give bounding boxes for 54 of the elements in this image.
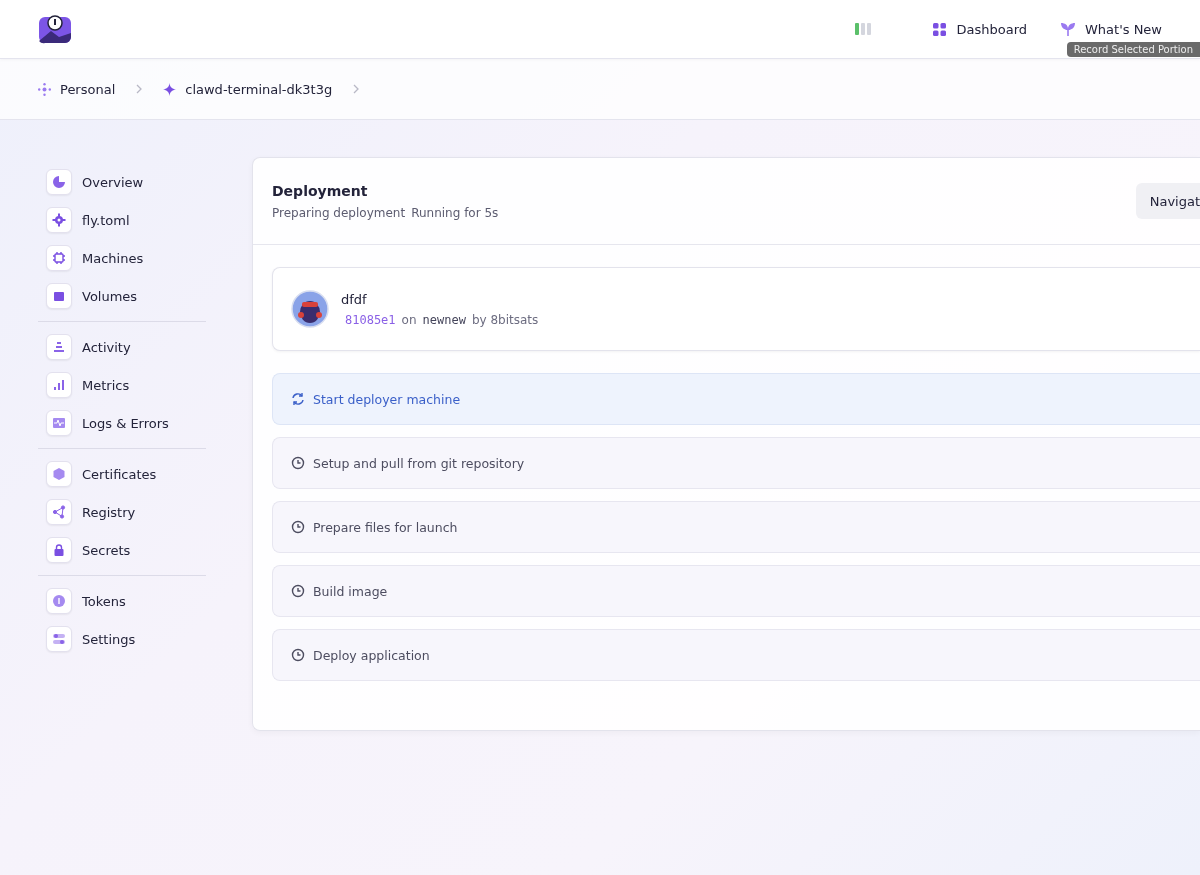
sidebar-item[interactable]: Volumes <box>38 277 206 315</box>
elapsed-text: Running for 5s <box>411 205 499 220</box>
pulse-icon <box>46 410 72 436</box>
sidebar-item[interactable]: Metrics <box>38 366 206 404</box>
bar-chart-icon <box>46 372 72 398</box>
clock-icon <box>291 584 305 598</box>
sidebar-item[interactable]: Settings <box>38 620 206 658</box>
sidebar-item[interactable]: Secrets <box>38 531 206 569</box>
deploy-step: Deploy application <box>272 629 1200 681</box>
pie-chart-icon <box>46 169 72 195</box>
author-text: by 8bitsats <box>471 312 539 327</box>
toggle-icon <box>46 626 72 652</box>
refresh-icon <box>291 392 305 406</box>
breadcrumb-link[interactable]: clawd-terminal-dk3t3g <box>163 81 333 97</box>
sidebar-item[interactable]: Logs & Errors <box>38 404 206 442</box>
sprout-icon <box>1061 22 1075 36</box>
nodes-icon <box>46 499 72 525</box>
sidebar-item[interactable]: fly.toml <box>38 201 206 239</box>
navigate-button[interactable]: Navigat <box>1135 183 1200 219</box>
dots-icon <box>38 82 51 96</box>
deploy-step: Prepare files for launch <box>272 501 1200 553</box>
sidebar-item[interactable]: Certificates <box>38 455 206 493</box>
meta-text: on <box>401 312 417 327</box>
status-text: Preparing deployment <box>272 205 406 220</box>
card-title: Deployment <box>272 182 369 199</box>
app-logo[interactable] <box>38 14 72 44</box>
deploy-step: Start deployer machine <box>272 373 1200 425</box>
stack-icon <box>46 334 72 360</box>
chip-icon <box>46 245 72 271</box>
status-bars-icon <box>855 23 872 35</box>
clock-icon <box>291 456 305 470</box>
clock-icon <box>291 520 305 534</box>
nav-link[interactable]: What's New <box>1061 21 1162 37</box>
branch-name: newnew <box>422 312 466 327</box>
deploy-step: Build image <box>272 565 1200 617</box>
deploy-step: Setup and pull from git repository <box>272 437 1200 489</box>
commit-message: dfdf <box>341 291 368 307</box>
avatar <box>291 290 329 328</box>
chevron-right-icon <box>352 84 361 94</box>
clock-icon <box>291 648 305 662</box>
sidebar-item[interactable]: Tokens <box>38 582 206 620</box>
lock-icon <box>46 537 72 563</box>
sidebar-item[interactable]: Overview <box>38 163 206 201</box>
dashboard-link[interactable]: Dashboard <box>933 21 1027 37</box>
breadcrumb-link[interactable]: Personal <box>38 81 116 97</box>
chevron-right-icon <box>135 84 144 94</box>
sparkle-icon <box>163 82 177 96</box>
sidebar-item[interactable]: Machines <box>38 239 206 277</box>
box-icon <box>46 283 72 309</box>
grid-icon <box>933 22 947 36</box>
sidebar-item[interactable]: Registry <box>38 493 206 531</box>
sidebar-item[interactable]: Activity <box>38 328 206 366</box>
commit-hash[interactable]: 81085e1 <box>345 312 396 327</box>
tooltip: Record Selected Portion <box>1066 42 1200 57</box>
